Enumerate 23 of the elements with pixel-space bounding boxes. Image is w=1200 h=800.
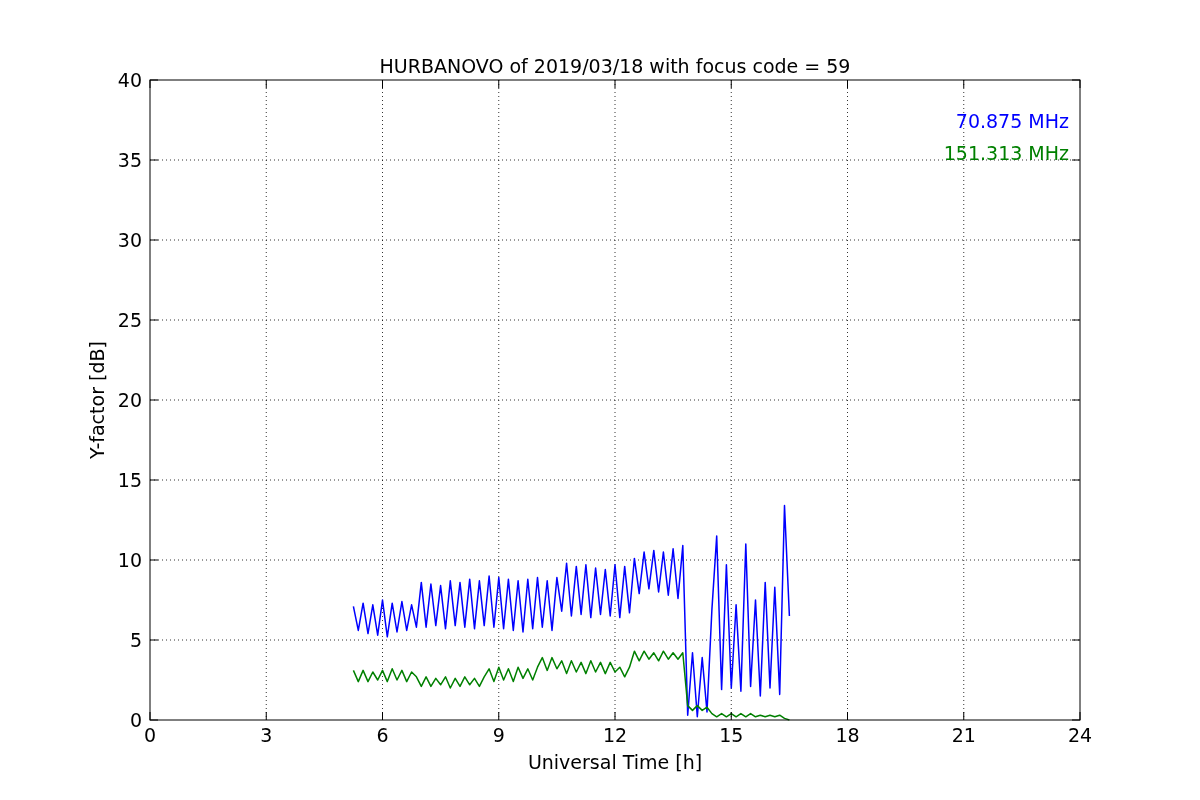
axis-tick-label: 24: [1067, 724, 1093, 746]
axis-tick-label: 9: [492, 724, 505, 746]
axis-tick-label: 5: [129, 629, 142, 651]
axis-tick-label: 18: [835, 724, 860, 746]
axis-tick-label: 20: [117, 389, 142, 411]
axis-tick-label: 40: [117, 69, 142, 91]
axis-tick-label: 0: [129, 709, 142, 731]
axis-tick-label: 15: [719, 724, 744, 746]
x-axis-label: Universal Time [h]: [527, 751, 703, 773]
chart-title: HURBANOVO of 2019/03/18 with focus code = 59: [379, 55, 851, 77]
axis-tick-label: 35: [117, 149, 142, 171]
axis-tick-label: 3: [260, 724, 273, 746]
axis-tick-label: 21: [951, 724, 976, 746]
axis-tick-label: 6: [376, 724, 389, 746]
y-axis-label: Y-factor [dB]: [86, 341, 108, 459]
axis-tick-label: 12: [602, 724, 628, 746]
axis-tick-label: 25: [117, 309, 142, 331]
axis-tick-label: 30: [117, 229, 142, 251]
axis-tick-label: 15: [117, 469, 142, 491]
axis-tick-label: 0: [143, 724, 157, 746]
axis-tick-label: 10: [117, 549, 142, 571]
legend-label: 70.875 MHz: [955, 110, 1069, 132]
legend-label: 151.313 MHz: [943, 142, 1069, 164]
